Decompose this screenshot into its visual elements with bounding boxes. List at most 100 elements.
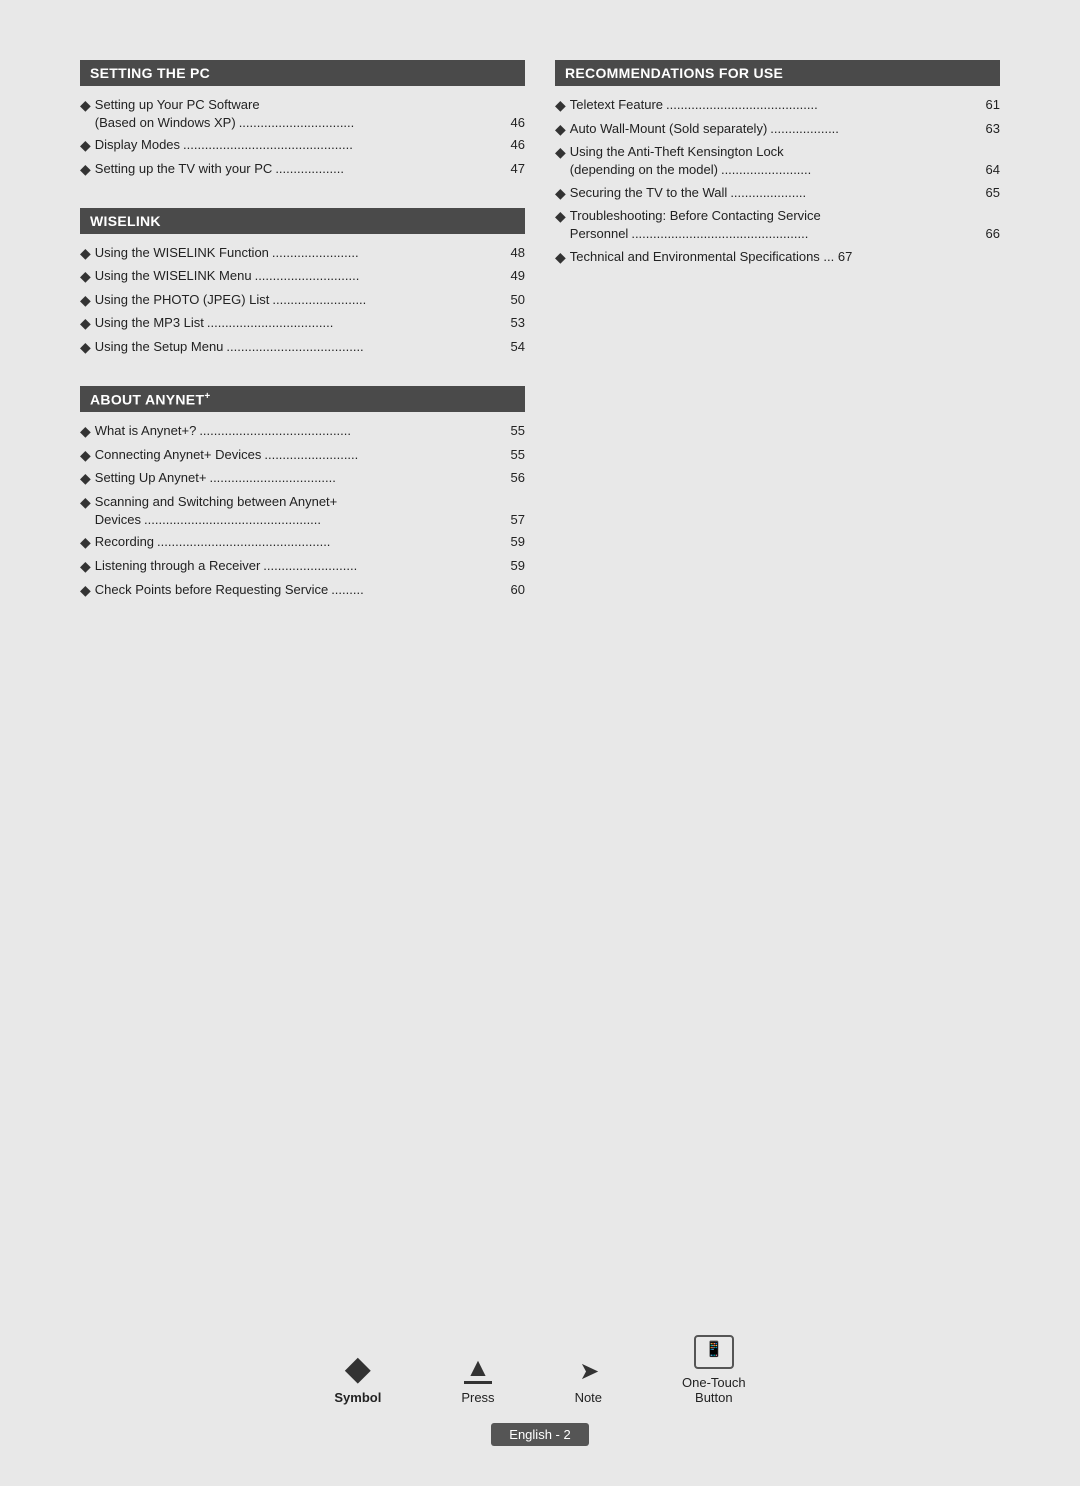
toc-page: 60 xyxy=(511,581,525,599)
toc-dots: ........................ xyxy=(272,244,508,262)
toc-page: 49 xyxy=(511,267,525,285)
one-touch-sublabel: Button xyxy=(695,1390,733,1405)
page-badge: English - 2 xyxy=(491,1423,588,1446)
toc-text: Using the Anti-Theft Kensington Lock xyxy=(570,144,784,159)
toc-text: Listening through a Receiver xyxy=(95,557,261,575)
bullet-icon: ◆ xyxy=(555,207,566,227)
note-label: Note xyxy=(575,1390,602,1405)
toc-text: Using the WISELINK Menu xyxy=(95,267,252,285)
toc-subtext: Personnel xyxy=(570,225,629,243)
bullet-icon: ◆ xyxy=(80,581,91,601)
toc-item-wiselink-menu: ◆ Using the WISELINK Menu ..............… xyxy=(80,267,525,287)
toc-page: 46 xyxy=(511,136,525,154)
toc-page: 63 xyxy=(986,120,1000,138)
section-header-about-anynet: ABOUT ANYNET+ xyxy=(80,386,525,413)
toc-dots: ........................................… xyxy=(666,96,983,114)
toc-item-wall-mount: ◆ Auto Wall-Mount (Sold separately) ....… xyxy=(555,120,1000,140)
toc-dots: ......................... xyxy=(721,161,983,179)
toc-text: Using the Setup Menu xyxy=(95,338,224,356)
bullet-icon: ◆ xyxy=(555,184,566,204)
section-header-setting-the-pc: SETTING THE PC xyxy=(80,60,525,86)
toc-dots: ........................................… xyxy=(631,225,982,243)
section-header-wiselink: WISELINK xyxy=(80,208,525,234)
toc-text: Using the MP3 List xyxy=(95,314,204,332)
left-column: SETTING THE PC ◆ Setting up Your PC Soft… xyxy=(80,60,525,628)
toc-text: Auto Wall-Mount (Sold separately) xyxy=(570,120,768,138)
toc-page: 65 xyxy=(986,184,1000,202)
toc-item-display-modes: ◆ Display Modes ........................… xyxy=(80,136,525,156)
toc-item-recording: ◆ Recording ............................… xyxy=(80,533,525,553)
bullet-icon: ◆ xyxy=(80,493,91,513)
toc-item-technical-specs: ◆ Technical and Environmental Specificat… xyxy=(555,248,1000,268)
toc-dots: .......................... xyxy=(264,446,507,464)
toc-item-photo-list: ◆ Using the PHOTO (JPEG) List ..........… xyxy=(80,291,525,311)
toc-text: What is Anynet+? xyxy=(95,422,197,440)
toc-item-teletext: ◆ Teletext Feature .....................… xyxy=(555,96,1000,116)
section-header-recommendations: RECOMMENDATIONS FOR USE xyxy=(555,60,1000,86)
bullet-icon: ◆ xyxy=(80,96,91,116)
bullet-icon: ◆ xyxy=(555,120,566,140)
toc-page: 64 xyxy=(986,161,1000,179)
toc-dots: ..................... xyxy=(730,184,982,202)
footer-icons: ◆ Symbol ▲ Press ➤ Note 📱 One-Touch Butt… xyxy=(334,1335,745,1405)
bullet-icon: ◆ xyxy=(80,314,91,334)
bullet-icon: ◆ xyxy=(555,96,566,116)
toc-page: 66 xyxy=(986,225,1000,243)
toc-dots: ................... xyxy=(275,160,507,178)
toc-page: 50 xyxy=(511,291,525,309)
toc-item-tv-with-pc: ◆ Setting up the TV with your PC .......… xyxy=(80,160,525,180)
toc-page: 59 xyxy=(511,533,525,551)
toc-text: Setting Up Anynet+ xyxy=(95,469,207,487)
symbol-label: Symbol xyxy=(334,1390,381,1405)
toc-item-setup-menu: ◆ Using the Setup Menu .................… xyxy=(80,338,525,358)
toc-page: 59 xyxy=(511,557,525,575)
section-recommendations: RECOMMENDATIONS FOR USE ◆ Teletext Featu… xyxy=(555,60,1000,267)
toc-page: 57 xyxy=(511,511,525,529)
toc-item-mp3-list: ◆ Using the MP3 List ...................… xyxy=(80,314,525,334)
toc-page: 55 xyxy=(511,446,525,464)
toc-text: Using the WISELINK Function xyxy=(95,244,269,262)
toc-dots: ............................. xyxy=(255,267,508,285)
bullet-icon: ◆ xyxy=(80,244,91,264)
footer-symbol: ◆ Symbol xyxy=(334,1352,381,1405)
toc-subtext: Devices xyxy=(95,511,141,529)
toc-dots: ................................... xyxy=(207,314,508,332)
bullet-icon: ◆ xyxy=(80,136,91,156)
toc-dots: ................................... xyxy=(209,469,507,487)
bullet-icon: ◆ xyxy=(555,248,566,268)
symbol-icon: ◆ xyxy=(346,1352,371,1384)
bullet-icon: ◆ xyxy=(555,143,566,163)
toc-subtext: (Based on Windows XP) xyxy=(95,114,236,132)
toc-item-pc-software: ◆ Setting up Your PC Software (Based on … xyxy=(80,96,525,132)
toc-item-wiselink-function: ◆ Using the WISELINK Function ..........… xyxy=(80,244,525,264)
note-icon: ➤ xyxy=(579,1360,597,1384)
footer-note: ➤ Note xyxy=(575,1360,602,1405)
toc-item-kensington-lock: ◆ Using the Anti-Theft Kensington Lock (… xyxy=(555,143,1000,179)
toc-dots: .......................... xyxy=(263,557,507,575)
toc-dots: ........................................… xyxy=(144,511,508,529)
right-column: RECOMMENDATIONS FOR USE ◆ Teletext Featu… xyxy=(555,60,1000,628)
toc-text: Securing the TV to the Wall xyxy=(570,184,728,202)
toc-dots: ........................................… xyxy=(157,533,507,551)
toc-text: Check Points before Requesting Service xyxy=(95,581,328,599)
toc-item-setting-up-anynet: ◆ Setting Up Anynet+ ...................… xyxy=(80,469,525,489)
footer-press: ▲ Press xyxy=(461,1354,494,1405)
section-about-anynet: ABOUT ANYNET+ ◆ What is Anynet+? .......… xyxy=(80,386,525,601)
section-setting-the-pc: SETTING THE PC ◆ Setting up Your PC Soft… xyxy=(80,60,525,180)
footer-one-touch: 📱 One-Touch Button xyxy=(682,1335,746,1405)
toc-dots: ................... xyxy=(770,120,982,138)
one-touch-icon: 📱 xyxy=(694,1335,734,1369)
toc-item-check-points: ◆ Check Points before Requesting Service… xyxy=(80,581,525,601)
toc-text: Connecting Anynet+ Devices xyxy=(95,446,262,464)
toc-page: 56 xyxy=(511,469,525,487)
toc-dots: ................................ xyxy=(239,114,508,132)
bullet-icon: ◆ xyxy=(80,160,91,180)
toc-subtext: (depending on the model) xyxy=(570,161,718,179)
toc-text: Teletext Feature xyxy=(570,96,663,114)
bullet-icon: ◆ xyxy=(80,446,91,466)
bullet-icon: ◆ xyxy=(80,422,91,442)
toc-dots: ......... xyxy=(331,581,507,599)
toc-page: 48 xyxy=(511,244,525,262)
toc-text: Recording xyxy=(95,533,154,551)
toc-text: Setting up Your PC Software xyxy=(95,97,260,112)
